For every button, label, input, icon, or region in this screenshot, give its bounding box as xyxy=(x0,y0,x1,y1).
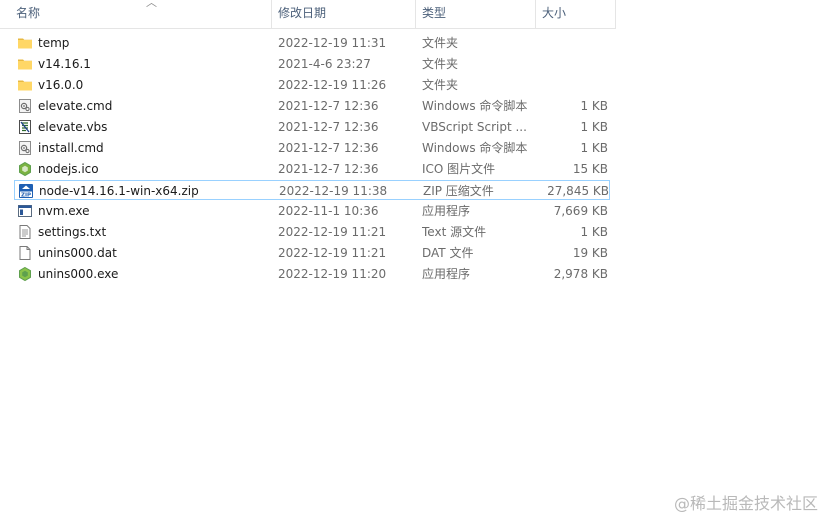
column-header-size-label: 大小 xyxy=(542,6,567,20)
file-modified-date: 2022-12-19 11:20 xyxy=(278,267,387,281)
sort-ascending-icon: ︿ xyxy=(146,0,157,9)
file-type: 文件夹 xyxy=(422,57,459,71)
column-header-date-label: 修改日期 xyxy=(278,6,327,20)
file-row[interactable]: settings.txt 2022-12-19 11:21 Text 源文件 1 KB xyxy=(14,222,610,242)
folder-icon xyxy=(17,35,33,51)
column-header-name[interactable]: 名称 ︿ xyxy=(10,0,272,28)
file-name: elevate.cmd xyxy=(38,99,113,113)
file-size: 27,845 KB xyxy=(547,184,609,198)
file-modified-date: 2022-12-19 11:38 xyxy=(279,184,388,198)
file-name: elevate.vbs xyxy=(38,120,108,134)
file-type: 文件夹 xyxy=(422,78,459,92)
file-type: Text 源文件 xyxy=(422,225,487,239)
column-header-date[interactable]: 修改日期 xyxy=(272,0,416,28)
watermark-text: @稀土掘金技术社区 xyxy=(673,494,818,513)
file-size: 1 KB xyxy=(580,99,608,113)
file-name: temp xyxy=(38,36,70,50)
file-modified-date: 2021-12-7 12:36 xyxy=(278,99,379,113)
svg-text:ZIP: ZIP xyxy=(21,192,31,198)
file-row[interactable]: v16.0.0 2022-12-19 11:26 文件夹 xyxy=(14,75,610,95)
column-header-type[interactable]: 类型 xyxy=(416,0,536,28)
cmd-file-icon xyxy=(17,140,33,156)
nodejs-icon xyxy=(17,161,33,177)
file-modified-date: 2022-12-19 11:31 xyxy=(278,36,387,50)
file-row[interactable]: ZIP node-v14.16.1-win-x64.zip 2022-12-19 1… xyxy=(14,180,610,200)
exe-window-icon xyxy=(17,203,33,219)
file-size: 2,978 KB xyxy=(553,267,608,281)
column-header-type-label: 类型 xyxy=(422,6,447,20)
folder-icon xyxy=(17,56,33,72)
file-row[interactable]: temp 2022-12-19 11:31 文件夹 xyxy=(14,33,610,53)
file-name: unins000.exe xyxy=(38,267,119,281)
file-row[interactable]: nodejs.ico 2021-12-7 12:36 ICO 图片文件 15 KB xyxy=(14,159,610,179)
file-name: settings.txt xyxy=(38,225,107,239)
cmd-file-icon xyxy=(17,98,33,114)
file-modified-date: 2022-12-19 11:21 xyxy=(278,246,387,260)
file-name: v14.16.1 xyxy=(38,57,91,71)
file-row[interactable]: nvm.exe 2022-11-1 10:36 应用程序 7,669 KB xyxy=(14,201,610,221)
file-size: 1 KB xyxy=(580,120,608,134)
nodejs-exe-icon xyxy=(17,266,33,282)
file-row[interactable]: unins000.exe 2022-12-19 11:20 应用程序 2,978 KB xyxy=(14,264,610,284)
text-file-icon xyxy=(17,224,33,240)
file-modified-date: 2021-4-6 23:27 xyxy=(278,57,371,71)
file-type: Windows 命令脚本 xyxy=(422,141,528,155)
zip-file-icon: ZIP xyxy=(18,183,34,199)
file-modified-date: 2022-11-1 10:36 xyxy=(278,204,379,218)
file-modified-date: 2022-12-19 11:26 xyxy=(278,78,387,92)
file-modified-date: 2021-12-7 12:36 xyxy=(278,141,379,155)
file-type: 应用程序 xyxy=(422,204,471,218)
file-name: node-v14.16.1-win-x64.zip xyxy=(39,184,199,198)
file-name: nodejs.ico xyxy=(38,162,99,176)
file-type: VBScript Script ... xyxy=(422,120,527,134)
file-row[interactable]: install.cmd 2021-12-7 12:36 Windows 命令脚本 1 … xyxy=(14,138,610,158)
column-header-bar: 名称 ︿ 修改日期 类型 大小 xyxy=(0,0,616,29)
file-type: 文件夹 xyxy=(422,36,459,50)
file-type: ZIP 压缩文件 xyxy=(423,184,494,198)
file-modified-date: 2021-12-7 12:36 xyxy=(278,120,379,134)
file-type: 应用程序 xyxy=(422,267,471,281)
file-name: v16.0.0 xyxy=(38,78,84,92)
file-row[interactable]: elevate.cmd 2021-12-7 12:36 Windows 命令脚本 1 … xyxy=(14,96,610,116)
column-header-size[interactable]: 大小 xyxy=(536,0,616,28)
file-size: 1 KB xyxy=(580,225,608,239)
file-size: 15 KB xyxy=(572,162,608,176)
file-name: nvm.exe xyxy=(38,204,90,218)
file-type: DAT 文件 xyxy=(422,246,474,260)
blank-file-icon xyxy=(17,245,33,261)
file-row[interactable]: elevate.vbs 2021-12-7 12:36 VBScript Scrip… xyxy=(14,117,610,137)
file-type: ICO 图片文件 xyxy=(422,162,496,176)
file-size: 1 KB xyxy=(580,141,608,155)
column-header-name-label: 名称 xyxy=(16,6,41,20)
file-modified-date: 2021-12-7 12:36 xyxy=(278,162,379,176)
file-size: 7,669 KB xyxy=(553,204,608,218)
file-size: 19 KB xyxy=(572,246,608,260)
file-row[interactable]: unins000.dat 2022-12-19 11:21 DAT 文件 19 KB xyxy=(14,243,610,263)
folder-icon xyxy=(17,77,33,93)
file-modified-date: 2022-12-19 11:21 xyxy=(278,225,387,239)
vbs-file-icon xyxy=(17,119,33,135)
file-name: unins000.dat xyxy=(38,246,117,260)
file-row[interactable]: v14.16.1 2021-4-6 23:27 文件夹 xyxy=(14,54,610,74)
file-type: Windows 命令脚本 xyxy=(422,99,528,113)
file-name: install.cmd xyxy=(38,141,104,155)
